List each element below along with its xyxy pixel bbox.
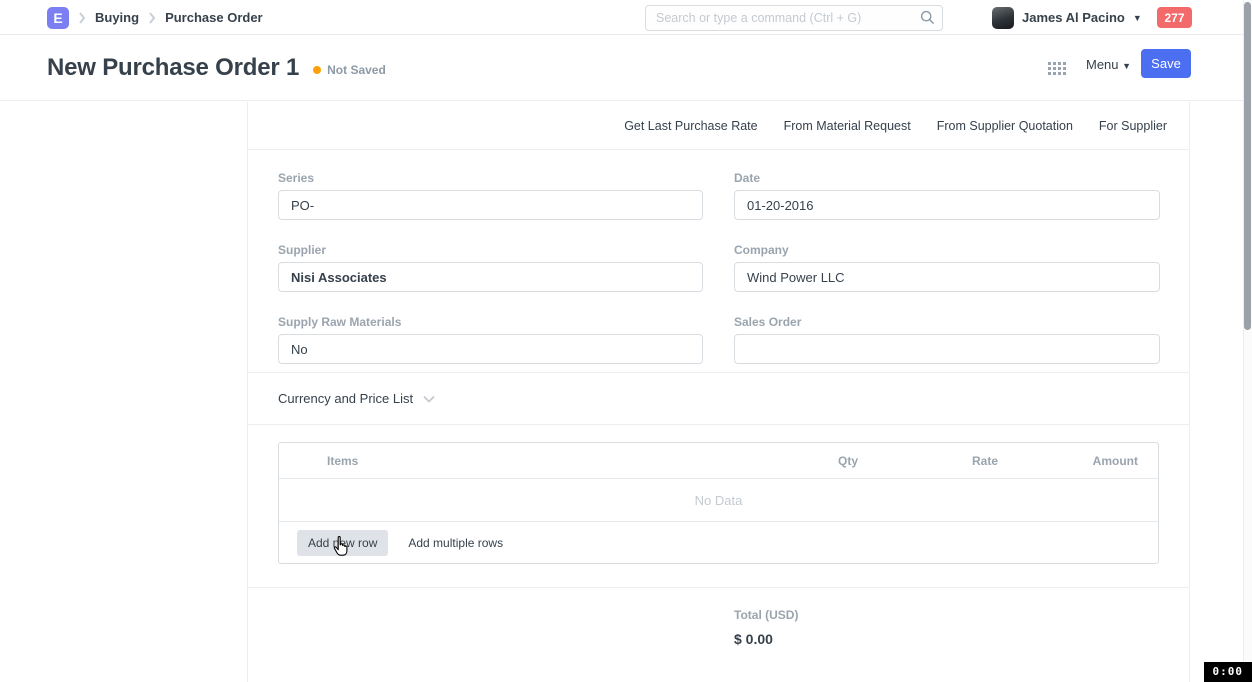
field-supplier: Supplier xyxy=(278,243,703,300)
scrollbar xyxy=(1243,0,1252,682)
supplier-input[interactable] xyxy=(278,262,703,292)
items-table-footer: Add new row Add multiple rows xyxy=(279,522,1158,563)
global-search xyxy=(645,5,943,31)
column-header-items: Items xyxy=(279,454,738,468)
field-sales-order: Sales Order xyxy=(734,315,1160,372)
add-new-row-button[interactable]: Add new row xyxy=(297,530,388,556)
app-logo[interactable]: E xyxy=(47,7,69,29)
field-label: Series xyxy=(278,171,703,185)
status-dot-icon xyxy=(313,66,321,74)
scrollbar-thumb[interactable] xyxy=(1244,2,1251,330)
grid-view-icon[interactable] xyxy=(1048,62,1066,75)
breadcrumb-buying[interactable]: Buying xyxy=(95,10,139,25)
column-header-qty: Qty xyxy=(738,454,878,468)
purchase-order-page: E Buying Purchase Order James Al Pacino … xyxy=(0,0,1252,682)
breadcrumb-purchase-order[interactable]: Purchase Order xyxy=(165,10,263,25)
recording-timer: 0:00 xyxy=(1204,662,1252,682)
avatar xyxy=(992,7,1014,29)
page-title: New Purchase Order 1 xyxy=(47,54,299,82)
field-supply-raw-materials: Supply Raw Materials xyxy=(278,315,703,372)
status-badge: Not Saved xyxy=(313,63,386,77)
no-data-row: No Data xyxy=(279,479,1158,522)
form-fields: Series Date Supplier Company Supply Raw … xyxy=(248,150,1189,373)
search-input[interactable] xyxy=(645,5,943,31)
field-label: Supply Raw Materials xyxy=(278,315,703,329)
field-label: Company xyxy=(734,243,1160,257)
notifications-badge[interactable]: 277 xyxy=(1157,7,1192,28)
total-value: $ 0.00 xyxy=(734,631,1159,647)
items-section: Items Qty Rate Amount No Data Add new ro… xyxy=(248,425,1189,588)
field-label: Sales Order xyxy=(734,315,1160,329)
form-action-links: Get Last Purchase Rate From Material Req… xyxy=(248,102,1189,150)
section-currency-and-price-list[interactable]: Currency and Price List xyxy=(248,373,1189,425)
field-series: Series xyxy=(278,171,703,228)
breadcrumb: E Buying Purchase Order xyxy=(47,0,263,35)
from-supplier-quotation-link[interactable]: From Supplier Quotation xyxy=(937,119,1073,133)
field-company: Company xyxy=(734,243,1160,300)
menu-dropdown[interactable]: Menu ▼ xyxy=(1086,57,1131,72)
column-header-rate: Rate xyxy=(878,454,1018,468)
status-text: Not Saved xyxy=(327,63,386,77)
user-menu[interactable]: James Al Pacino ▼ xyxy=(992,0,1142,35)
add-multiple-rows-button[interactable]: Add multiple rows xyxy=(408,536,503,550)
items-table-header: Items Qty Rate Amount xyxy=(279,443,1158,479)
totals-section: Total (USD) $ 0.00 xyxy=(248,588,1189,647)
chevron-down-icon: ▼ xyxy=(1122,61,1131,71)
form-area: Get Last Purchase Rate From Material Req… xyxy=(247,102,1190,682)
chevron-down-icon xyxy=(423,395,435,403)
page-head: New Purchase Order 1 Not Saved Menu ▼ Sa… xyxy=(0,35,1252,101)
navbar: E Buying Purchase Order James Al Pacino … xyxy=(0,0,1252,35)
save-button[interactable]: Save xyxy=(1141,49,1191,78)
column-header-amount: Amount xyxy=(1018,454,1158,468)
for-supplier-link[interactable]: For Supplier xyxy=(1099,119,1167,133)
date-input[interactable] xyxy=(734,190,1160,220)
section-title: Currency and Price List xyxy=(278,391,413,406)
field-date: Date xyxy=(734,171,1160,228)
user-name: James Al Pacino xyxy=(1022,10,1125,25)
items-table: Items Qty Rate Amount No Data Add new ro… xyxy=(278,442,1159,564)
company-input[interactable] xyxy=(734,262,1160,292)
chevron-down-icon: ▼ xyxy=(1133,13,1142,23)
total-label: Total (USD) xyxy=(734,608,1159,622)
get-last-purchase-rate-link[interactable]: Get Last Purchase Rate xyxy=(624,119,757,133)
chevron-right-icon xyxy=(148,12,156,24)
chevron-right-icon xyxy=(78,12,86,24)
field-label: Date xyxy=(734,171,1160,185)
search-icon[interactable] xyxy=(920,10,935,25)
series-input[interactable] xyxy=(278,190,703,220)
from-material-request-link[interactable]: From Material Request xyxy=(784,119,911,133)
sales-order-input[interactable] xyxy=(734,334,1160,364)
field-label: Supplier xyxy=(278,243,703,257)
supply-raw-materials-input[interactable] xyxy=(278,334,703,364)
